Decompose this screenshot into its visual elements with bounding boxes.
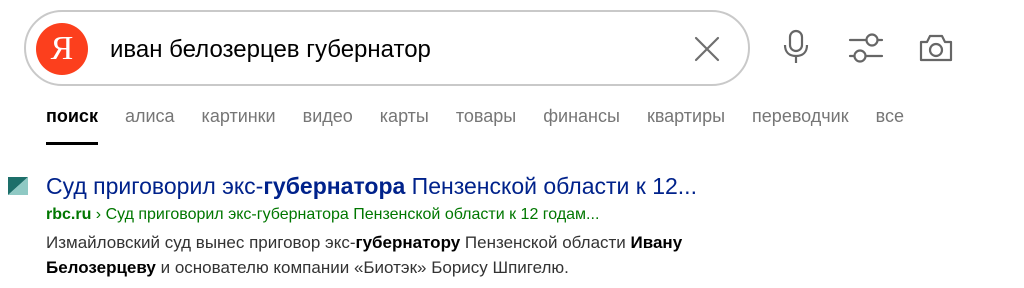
yandex-logo[interactable]: Я xyxy=(36,23,88,75)
tab-alice[interactable]: алиса xyxy=(125,104,175,128)
result-title-part: Пензенской области к 12... xyxy=(405,173,697,199)
logo-letter: Я xyxy=(50,30,74,67)
snippet-text: Измайловский суд вынес приговор экс- xyxy=(46,233,356,252)
search-tabs: поиск алиса картинки видео карты товары … xyxy=(46,104,931,145)
result-snippet: Измайловский суд вынес приговор экс-губе… xyxy=(46,230,786,280)
result-title-link[interactable]: Суд приговорил экс-губернатора Пензенско… xyxy=(46,172,697,200)
search-input[interactable]: иван белозерцев губернатор xyxy=(110,36,431,64)
sliders-icon[interactable] xyxy=(846,28,886,68)
result-domain: rbc.ru xyxy=(46,206,92,223)
result-title-part: Суд приговорил экс- xyxy=(46,173,264,199)
tab-translator[interactable]: переводчик xyxy=(752,104,849,128)
tab-maps[interactable]: карты xyxy=(380,104,429,128)
close-icon[interactable] xyxy=(692,34,722,64)
tab-products[interactable]: товары xyxy=(456,104,516,128)
tab-all[interactable]: все xyxy=(876,104,904,128)
tab-apartments[interactable]: квартиры xyxy=(647,104,725,128)
snippet-text: Пензенской области xyxy=(460,233,631,252)
tab-finance[interactable]: финансы xyxy=(543,104,620,128)
result-url[interactable]: rbc.ru › Суд приговорил экс-губернатора … xyxy=(46,205,599,225)
camera-icon[interactable] xyxy=(916,28,956,68)
result-title-highlight: губернатора xyxy=(263,173,406,199)
snippet-text: и основателю компании «Биотэк» Борису Шп… xyxy=(155,258,569,277)
snippet-highlight: губернатору xyxy=(355,233,461,252)
tab-images[interactable]: картинки xyxy=(202,104,276,128)
result-path: › Суд приговорил экс-губернатора Пензенс… xyxy=(91,206,600,223)
rbc-favicon-icon xyxy=(8,177,28,195)
tab-search[interactable]: поиск xyxy=(46,104,98,145)
tab-video[interactable]: видео xyxy=(303,104,353,128)
search-bar[interactable]: Я иван белозерцев губернатор xyxy=(24,10,750,86)
microphone-icon[interactable] xyxy=(776,28,816,68)
